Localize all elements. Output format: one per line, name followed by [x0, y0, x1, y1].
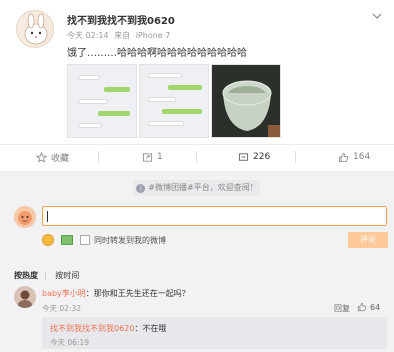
author-avatar[interactable]: [16, 10, 54, 48]
comment-tools: 同时转发到我的微博: [42, 232, 166, 248]
weibo-post-card: 找不到我找不到我0620 今天 02:14 来自 iPhone 7 饿了………哈…: [0, 0, 394, 352]
like-button[interactable]: 164: [338, 149, 370, 165]
divider: [0, 171, 394, 172]
reply-thread: 找不到我找不到我0620：不在哦 今天 06:19: [42, 317, 387, 349]
post-image-chat-2[interactable]: [139, 64, 209, 138]
repost-count: 1: [157, 152, 163, 162]
comment-username[interactable]: baby李小明: [42, 289, 86, 298]
thumbs-up-icon: [338, 152, 349, 163]
submit-comment-button[interactable]: 评论: [348, 232, 388, 248]
commenter-avatar[interactable]: [14, 286, 36, 308]
thumbs-up-icon: [357, 302, 367, 312]
star-icon: [35, 151, 48, 163]
divider: [196, 151, 197, 163]
comment-notice: i #微博团播#平台，欢迎查阅！: [134, 180, 260, 196]
repost-icon: [142, 152, 153, 163]
repost-button[interactable]: 1: [142, 149, 163, 165]
post-time[interactable]: 今天 02:14: [67, 31, 109, 40]
sort-by-time[interactable]: 按时间: [55, 271, 79, 280]
comment-sort-tabs: 按热度 | 按时间: [14, 270, 85, 281]
reply-username[interactable]: 找不到我找不到我0620: [50, 324, 134, 333]
repost-checkbox-label[interactable]: 同时转发到我的微博: [94, 235, 166, 246]
sort-by-heat[interactable]: 按热度: [14, 271, 38, 280]
author-name[interactable]: 找不到我找不到我0620: [67, 12, 175, 27]
comment-section: i#微博团播#平台，欢迎查阅！ 同时转发到我的微博 评论 按热度 | 按时间: [0, 172, 394, 352]
current-user-avatar[interactable]: [14, 206, 36, 228]
reply-text: 找不到我找不到我0620：不在哦: [50, 323, 166, 334]
reply-body: ：不在哦: [134, 324, 167, 333]
sort-divider: |: [44, 271, 47, 280]
emoji-icon[interactable]: [42, 234, 54, 246]
post-source-prefix: 来自: [114, 31, 131, 40]
divider: [98, 151, 99, 163]
post-meta: 今天 02:14 来自 iPhone 7: [67, 30, 173, 41]
reply-time: 今天 06:19: [50, 338, 89, 347]
image-icon[interactable]: [61, 235, 73, 245]
comment-time: 今天 02:32: [42, 304, 81, 313]
text-cursor: [47, 211, 48, 222]
post-images: [67, 64, 281, 138]
post-text: 饿了………哈哈哈啊哈哈哈哈哈哈哈哈哈: [67, 48, 247, 59]
reply-button[interactable]: 回复: [334, 303, 350, 314]
comment-icon: [238, 152, 249, 163]
divider: [295, 151, 296, 163]
favorite-button[interactable]: 收藏: [35, 149, 70, 165]
like-count: 164: [353, 152, 371, 162]
post-image-chat-1[interactable]: [67, 64, 137, 138]
comment-text: baby李小明：那你和王先生还在一起吗？: [42, 288, 190, 299]
post-image-cup[interactable]: [211, 64, 281, 138]
info-icon: i: [136, 184, 146, 193]
repost-checkbox[interactable]: [80, 235, 90, 245]
comment-body: ：那你和王先生还在一起吗？: [85, 289, 190, 298]
post-actions: 收藏 1 226 164: [0, 145, 394, 169]
comment-like-button[interactable]: 64: [357, 302, 380, 312]
comment-button[interactable]: 226: [238, 149, 270, 165]
chevron-down-icon[interactable]: [370, 10, 384, 24]
comment-count: 226: [253, 152, 271, 162]
notice-text: #微博团播#平台，欢迎查阅！: [148, 183, 258, 192]
comment-input[interactable]: [42, 206, 387, 226]
favorite-label: 收藏: [51, 153, 70, 164]
comment-like-count: 64: [370, 302, 381, 312]
post-source[interactable]: iPhone 7: [136, 31, 171, 40]
